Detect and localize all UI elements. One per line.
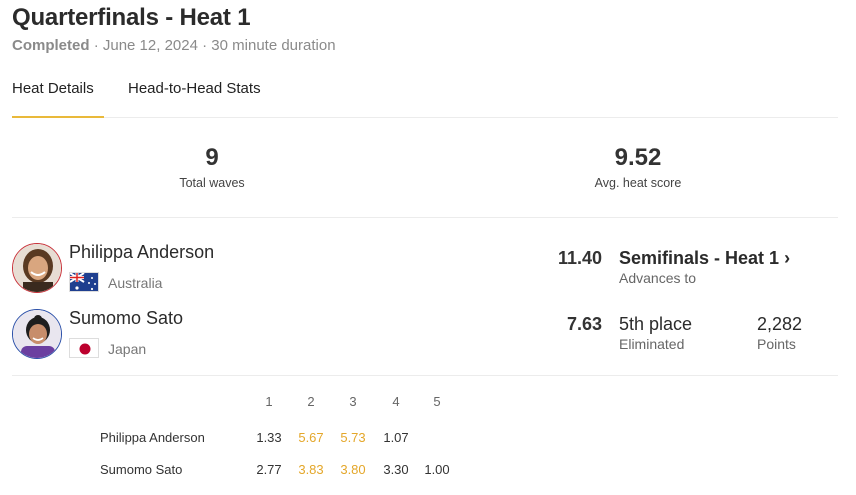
athlete-heat-score: 7.63 bbox=[566, 314, 602, 334]
next-heat-label: Semifinals - Heat 1 bbox=[619, 248, 780, 268]
total-waves-label: Total waves bbox=[179, 176, 245, 190]
australia-flag-icon bbox=[69, 272, 99, 292]
stat-total-waves: 9 Total waves bbox=[112, 144, 312, 190]
result-status: Advances to bbox=[619, 270, 697, 286]
wave-score: 1.07 bbox=[383, 430, 409, 445]
stat-avg-heat-score: 9.52 Avg. heat score bbox=[538, 144, 738, 190]
result-status: Eliminated bbox=[619, 336, 685, 352]
final-placing: 5th place bbox=[619, 314, 693, 334]
separator: · bbox=[202, 37, 208, 54]
wave-score: 1.33 bbox=[256, 430, 282, 445]
athlete-country: Australia bbox=[108, 275, 163, 291]
points-label: Points bbox=[757, 336, 796, 352]
tab-head-to-head-stats[interactable]: Head-to-Head Stats bbox=[128, 80, 261, 118]
athlete-name[interactable]: Sumomo Sato bbox=[69, 308, 183, 329]
japan-flag-icon bbox=[69, 338, 99, 358]
wave-column-header: 5 bbox=[433, 394, 441, 409]
next-heat-link[interactable]: Semifinals - Heat 1 › bbox=[619, 248, 790, 269]
athlete-row: Philippa Anderson Australia 11.40 Semifi… bbox=[12, 240, 838, 300]
wave-score-counting: 5.73 bbox=[340, 430, 366, 445]
avg-heat-score-value: 9.52 bbox=[614, 144, 662, 171]
chevron-right-icon: › bbox=[784, 248, 791, 268]
wave-column-header: 1 bbox=[265, 394, 273, 409]
wave-score: 2.77 bbox=[256, 462, 282, 477]
tab-heat-details[interactable]: Heat Details bbox=[12, 80, 104, 118]
wave-score-counting: 5.67 bbox=[298, 430, 324, 445]
heat-date: June 12, 2024 bbox=[102, 37, 198, 54]
wave-score: 1.00 bbox=[424, 462, 450, 477]
separator: · bbox=[93, 37, 99, 54]
points-value: 2,282 bbox=[757, 314, 803, 334]
avatar[interactable] bbox=[12, 309, 62, 359]
heat-subtitle: Completed · June 12, 2024 · 30 minute du… bbox=[12, 37, 336, 54]
wave-column-header: 2 bbox=[307, 394, 315, 409]
avatar[interactable] bbox=[12, 243, 62, 293]
heat-title: Quarterfinals - Heat 1 bbox=[12, 4, 251, 31]
heat-duration: 30 minute duration bbox=[211, 37, 336, 54]
wave-score: 3.30 bbox=[383, 462, 409, 477]
wave-column-header: 3 bbox=[349, 394, 357, 409]
tab-bar: Heat Details Head-to-Head Stats bbox=[12, 80, 838, 118]
athlete-country: Japan bbox=[108, 341, 147, 357]
athlete-row: Sumomo Sato Japan 7.63 5th place Elimina… bbox=[12, 306, 838, 366]
divider bbox=[12, 375, 838, 376]
athlete-heat-score: 11.40 bbox=[557, 248, 602, 268]
wave-column-header: 4 bbox=[392, 394, 400, 409]
heat-status: Completed bbox=[12, 37, 90, 54]
heat-stats: 9 Total waves 9.52 Avg. heat score bbox=[12, 118, 838, 218]
total-waves-value: 9 bbox=[205, 144, 219, 171]
wave-row-name: Sumomo Sato bbox=[100, 462, 183, 477]
wave-row-name: Philippa Anderson bbox=[100, 430, 205, 445]
wave-score-counting: 3.83 bbox=[298, 462, 324, 477]
athlete-name[interactable]: Philippa Anderson bbox=[69, 242, 214, 263]
wave-score-counting: 3.80 bbox=[340, 462, 366, 477]
avg-heat-score-label: Avg. heat score bbox=[594, 176, 682, 190]
